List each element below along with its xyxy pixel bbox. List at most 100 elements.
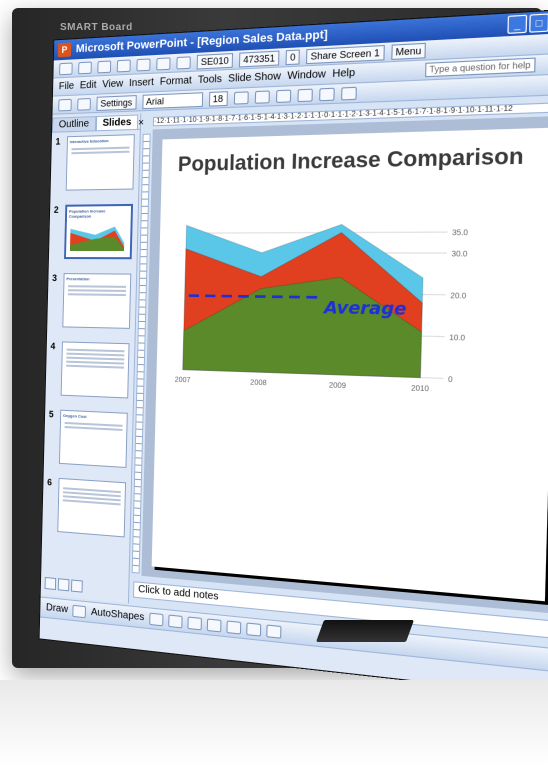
align-center-icon[interactable]	[318, 87, 335, 101]
x-tick-label: 2010	[411, 385, 429, 394]
thumbnail-line	[66, 364, 125, 369]
oval-icon[interactable]	[206, 617, 222, 632]
y-tick-label: 0	[448, 376, 453, 384]
area-chart[interactable]: 2007 2008 2009 2010 0 10.0 20.0 30.0 35.0 Avera…	[162, 188, 496, 425]
sorter-view-icon[interactable]	[57, 578, 70, 592]
line-icon[interactable]	[149, 612, 164, 626]
thumbnail-line	[67, 289, 126, 292]
open-icon[interactable]	[78, 60, 92, 74]
x-tick-label: 2008	[250, 379, 267, 387]
new-icon[interactable]	[59, 61, 73, 75]
thumbnail-card: Presentation	[62, 273, 132, 329]
floor-reflection	[0, 680, 548, 767]
slides-pane: Outline Slides × 1 Interactive Education…	[40, 113, 144, 604]
menu-edit[interactable]: Edit	[80, 80, 97, 92]
draw-menu[interactable]: Draw	[46, 602, 68, 615]
thumbnail-card: Interactive Education	[65, 134, 135, 191]
align-left-icon[interactable]	[296, 88, 313, 102]
menu-file[interactable]: File	[59, 81, 75, 93]
slide-thumbnail[interactable]: 4	[49, 341, 133, 405]
slide-number: 6	[47, 477, 53, 488]
slide-title[interactable]: Population Increase Comparison	[162, 128, 548, 178]
brand-logo: SMART Board	[60, 22, 133, 33]
thumbnail-title: Interactive Education	[69, 137, 109, 145]
font-select[interactable]: Arial	[141, 91, 203, 109]
menu-slide-show[interactable]: Slide Show	[228, 71, 281, 85]
thumbnail-line	[67, 293, 126, 297]
chart-y-labels: 0 10.0 20.0 30.0 35.0	[448, 230, 468, 385]
slide-thumbnail[interactable]: 6	[46, 477, 130, 544]
close-pane-icon[interactable]: ×	[138, 117, 144, 129]
help-search-input[interactable]: Type a question for help	[424, 57, 536, 78]
thumbnail-line	[66, 348, 125, 353]
menu-window[interactable]: Window	[287, 69, 326, 83]
text-icon[interactable]	[77, 97, 91, 111]
window-controls: _ □ ×	[507, 12, 548, 34]
thumbnail-line	[66, 360, 125, 365]
slide-thumbnail[interactable]: 5 Oxygen Cost	[48, 409, 132, 474]
count-badge[interactable]: 0	[285, 48, 300, 65]
slide-number: 2	[53, 204, 59, 215]
chart-icon[interactable]	[176, 55, 191, 69]
x-tick-label: 2009	[329, 382, 346, 390]
autoshapes-menu[interactable]: AutoShapes	[91, 607, 145, 624]
screen: P Microsoft PowerPoint - [Region Sales D…	[38, 8, 548, 698]
menu-format[interactable]: Format	[160, 75, 192, 88]
menu-help[interactable]: Help	[332, 67, 355, 80]
fill-color-icon[interactable]	[246, 621, 262, 637]
slide-thumbnail[interactable]: 2 Population Increase Comparison	[53, 203, 137, 266]
menu-view[interactable]: View	[102, 78, 123, 90]
normal-view-icon[interactable]	[44, 576, 57, 591]
tab-outline[interactable]: Outline	[52, 116, 96, 132]
menu-insert[interactable]: Insert	[129, 77, 154, 89]
slide-number: 4	[50, 341, 56, 352]
redo-icon[interactable]	[156, 56, 171, 70]
font-color-icon[interactable]	[266, 623, 282, 639]
y-tick-label: 20.0	[450, 293, 466, 301]
workspace: Outline Slides × 1 Interactive Education…	[40, 97, 548, 646]
select-pointer-icon[interactable]	[72, 604, 87, 618]
print-icon[interactable]	[116, 58, 131, 72]
thumbnail-chart	[69, 226, 125, 252]
minimize-button[interactable]: _	[507, 14, 528, 34]
undo-icon[interactable]	[136, 57, 151, 71]
italic-icon[interactable]	[254, 89, 270, 104]
thumbnail-title: Population Increase Comparison	[68, 208, 106, 219]
slideshow-view-icon[interactable]	[71, 579, 83, 593]
maximize-button[interactable]: □	[529, 13, 548, 33]
tag-473351[interactable]: 473351	[238, 50, 280, 67]
slide-thumbnail[interactable]: 3 Presentation	[51, 273, 135, 335]
underline-icon[interactable]	[275, 89, 291, 103]
thumbnail-card: Population Increase Comparison	[64, 203, 134, 260]
slide-number: 1	[55, 136, 61, 147]
display-stand	[315, 620, 415, 642]
align-right-icon[interactable]	[340, 86, 357, 100]
y-tick-label: 35.0	[452, 230, 468, 238]
thumbnail-title: Presentation	[66, 276, 90, 282]
font-size-select[interactable]: 18	[208, 90, 228, 107]
slide-thumbnail[interactable]: 1 Interactive Education	[54, 134, 139, 197]
thumbnail-line	[66, 352, 125, 357]
slide-number: 5	[48, 409, 54, 420]
tag-se010[interactable]: SE010	[196, 52, 234, 70]
menu-tools[interactable]: Tools	[198, 74, 222, 87]
thumbnail-line	[71, 150, 130, 155]
bold-icon[interactable]	[233, 90, 249, 105]
thumbnail-line	[66, 356, 125, 361]
menu-button[interactable]: Menu	[390, 42, 427, 60]
thumbnail-card	[57, 477, 127, 538]
share-screen-button[interactable]: Share Screen 1	[306, 44, 385, 64]
rectangle-icon[interactable]	[187, 615, 202, 630]
tab-slides[interactable]: Slides	[95, 114, 139, 131]
slide-canvas[interactable]: Population Increase Comparison 2007 2008 2…	[151, 127, 548, 602]
draw-icon[interactable]	[58, 98, 72, 111]
textbox-icon[interactable]	[226, 619, 242, 635]
chart-x-labels: 2007 2008 2009 2010	[175, 377, 430, 394]
average-annotation: Average	[322, 297, 408, 319]
powerpoint-icon: P	[57, 42, 72, 58]
settings-button[interactable]: Settings	[96, 94, 137, 111]
save-icon[interactable]	[97, 59, 112, 73]
arrow-icon[interactable]	[168, 613, 183, 628]
monitor-stage: SMART Board P Microsoft PowerPoint - [Re…	[0, 0, 548, 767]
thumbnail-title: Oxygen Cost	[62, 412, 87, 419]
